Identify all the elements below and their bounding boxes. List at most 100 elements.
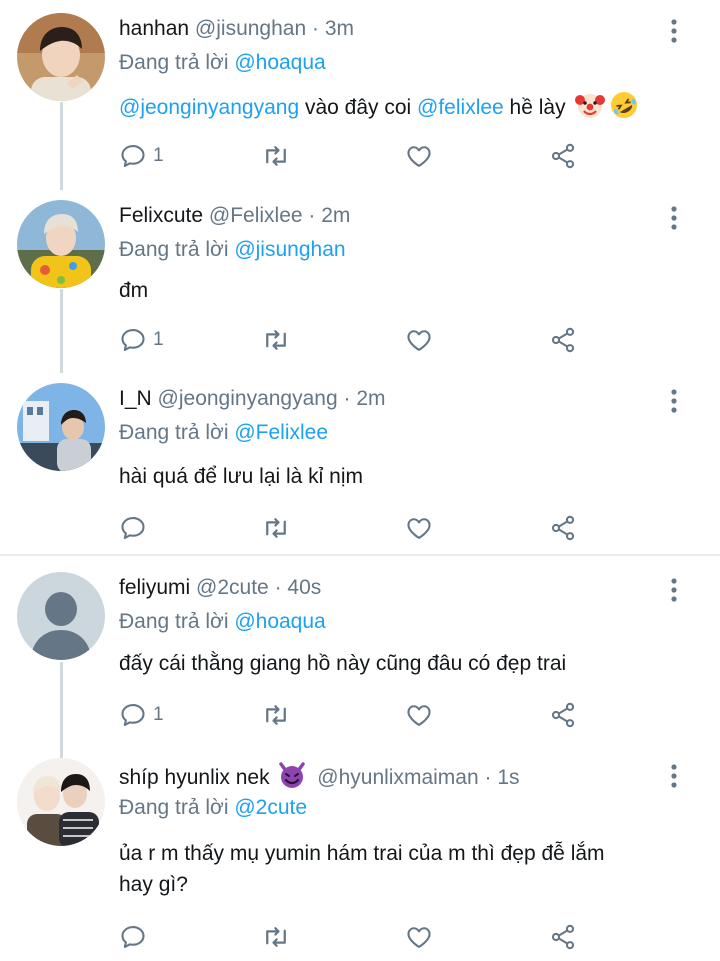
timestamp: 40s — [287, 576, 322, 599]
like-button[interactable] — [405, 325, 433, 355]
timestamp: 2m — [356, 387, 386, 410]
tweet-actions: 1 — [119, 141, 589, 171]
tweet-header: I_N @jeonginyangyang · 2m — [119, 385, 386, 413]
avatar[interactable] — [17, 758, 105, 846]
reply-icon — [119, 923, 147, 951]
reply-button[interactable] — [119, 922, 153, 952]
tweet-actions — [119, 513, 589, 543]
share-button[interactable] — [549, 513, 577, 543]
tweet-text: @jeonginyangyang vào đây coi @felixlee h… — [119, 90, 689, 129]
tweet[interactable]: Felixcute @Felixlee · 2m Đang trả lời @j… — [0, 200, 720, 380]
username[interactable]: @Felixlee — [209, 204, 303, 227]
avatar[interactable] — [17, 200, 105, 288]
display-name[interactable]: Felixcute — [119, 204, 203, 227]
reply-count: 1 — [153, 329, 164, 350]
replying-to: Đang trả lời @hoaqua — [119, 608, 326, 636]
avatar[interactable] — [17, 13, 105, 101]
avatar[interactable] — [17, 572, 105, 660]
tweet-text: đm — [119, 279, 149, 302]
like-button[interactable] — [405, 141, 433, 171]
share-icon — [549, 326, 577, 354]
tweet-actions — [119, 922, 589, 952]
timestamp: 2m — [321, 204, 351, 227]
heart-icon — [405, 923, 433, 951]
reply-button[interactable] — [119, 513, 153, 543]
retweet-button[interactable] — [261, 513, 291, 543]
avatar[interactable] — [17, 383, 105, 471]
body-mention[interactable]: @felixlee — [417, 96, 504, 119]
username[interactable]: @jeonginyangyang — [158, 387, 338, 410]
share-button[interactable] — [549, 141, 577, 171]
share-icon — [549, 514, 577, 542]
heart-icon — [405, 514, 433, 542]
like-button[interactable] — [405, 922, 433, 952]
timestamp: 1s — [497, 766, 520, 789]
reply-button[interactable]: 1 — [119, 700, 164, 730]
display-name[interactable]: I_N — [119, 387, 152, 410]
tweet[interactable]: feliyumi @2cute · 40s Đang trả lời @hoaq… — [0, 572, 720, 752]
reply-button[interactable]: 1 — [119, 141, 164, 171]
more-vertical-icon[interactable] — [664, 576, 684, 604]
tweet-text: hài quá để lưu lại là kỉ nịm — [119, 465, 364, 488]
replying-to-label: Đang trả lời — [119, 238, 235, 261]
tweet[interactable]: I_N @jeonginyangyang · 2m Đang trả lời @… — [0, 383, 720, 553]
retweet-icon — [261, 325, 291, 355]
body-text: hề lày — [503, 96, 566, 119]
timestamp: 3m — [324, 17, 355, 40]
separator-dot: · — [312, 17, 319, 40]
more-vertical-icon[interactable] — [664, 17, 684, 45]
reply-to-mention[interactable]: @jisunghan — [234, 238, 345, 261]
replying-to-label: Đang trả lời — [119, 796, 235, 819]
replying-to: Đang trả lời @Felixlee — [119, 419, 328, 447]
reply-icon — [119, 142, 147, 170]
body-mention[interactable]: @jeonginyangyang — [119, 96, 299, 119]
reply-to-mention[interactable]: @Felixlee — [234, 421, 328, 444]
reply-to-mention[interactable]: @2cute — [234, 796, 307, 819]
more-vertical-icon[interactable] — [664, 762, 684, 790]
reply-icon — [119, 326, 147, 354]
reply-to-mention[interactable]: @hoaqua — [234, 610, 325, 633]
more-vertical-icon[interactable] — [664, 204, 684, 232]
tweet[interactable]: shíp hyunlix nek @hyunlixmaiman · 1s Đan… — [0, 758, 720, 961]
reply-count: 1 — [153, 145, 164, 166]
retweet-button[interactable] — [261, 141, 291, 171]
retweet-button[interactable] — [261, 700, 291, 730]
username[interactable]: @2cute — [196, 576, 269, 599]
username[interactable]: @hyunlixmaiman — [317, 766, 478, 789]
username[interactable]: @jisunghan — [195, 17, 306, 40]
like-button[interactable] — [405, 700, 433, 730]
reply-button[interactable]: 1 — [119, 325, 164, 355]
display-name[interactable]: feliyumi — [119, 576, 190, 599]
separator-dot: · — [484, 766, 492, 789]
display-name[interactable]: shíp hyunlix nek — [119, 766, 270, 789]
replying-to-label: Đang trả lời — [119, 610, 235, 633]
replying-to: Đang trả lời @jisunghan — [119, 236, 346, 264]
replying-to-label: Đang trả lời — [119, 51, 235, 74]
share-button[interactable] — [549, 325, 577, 355]
share-icon — [549, 701, 577, 729]
tweet-header: hanhan @jisunghan · 3m — [119, 15, 354, 43]
smiling-devil-emoji — [277, 760, 307, 798]
tweet-text-line: hay gì? — [119, 873, 188, 896]
separator-dot: · — [308, 204, 316, 227]
tweet[interactable]: hanhan @jisunghan · 3m Đang trả lời @hoa… — [0, 13, 720, 193]
retweet-button[interactable] — [261, 325, 291, 355]
reply-icon — [119, 701, 147, 729]
reply-count: 1 — [153, 704, 164, 725]
tweet-actions: 1 — [119, 325, 589, 355]
heart-icon — [405, 326, 433, 354]
display-name[interactable]: hanhan — [119, 17, 189, 40]
tweet-text: đấy cái thằng giang hồ này cũng đâu có đ… — [119, 652, 567, 675]
reply-to-mention[interactable]: @hoaqua — [234, 51, 325, 74]
more-vertical-icon[interactable] — [664, 387, 684, 415]
share-icon — [549, 142, 577, 170]
retweet-icon — [261, 700, 291, 730]
tweet-header: Felixcute @Felixlee · 2m — [119, 202, 350, 230]
like-button[interactable] — [405, 513, 433, 543]
share-button[interactable] — [549, 922, 577, 952]
clown-face-emoji — [575, 90, 606, 129]
tweet-text-line: ủa r m thấy mụ yumin hám trai của m thì … — [119, 842, 605, 865]
retweet-button[interactable] — [261, 922, 291, 952]
retweet-icon — [261, 922, 291, 952]
share-button[interactable] — [549, 700, 577, 730]
